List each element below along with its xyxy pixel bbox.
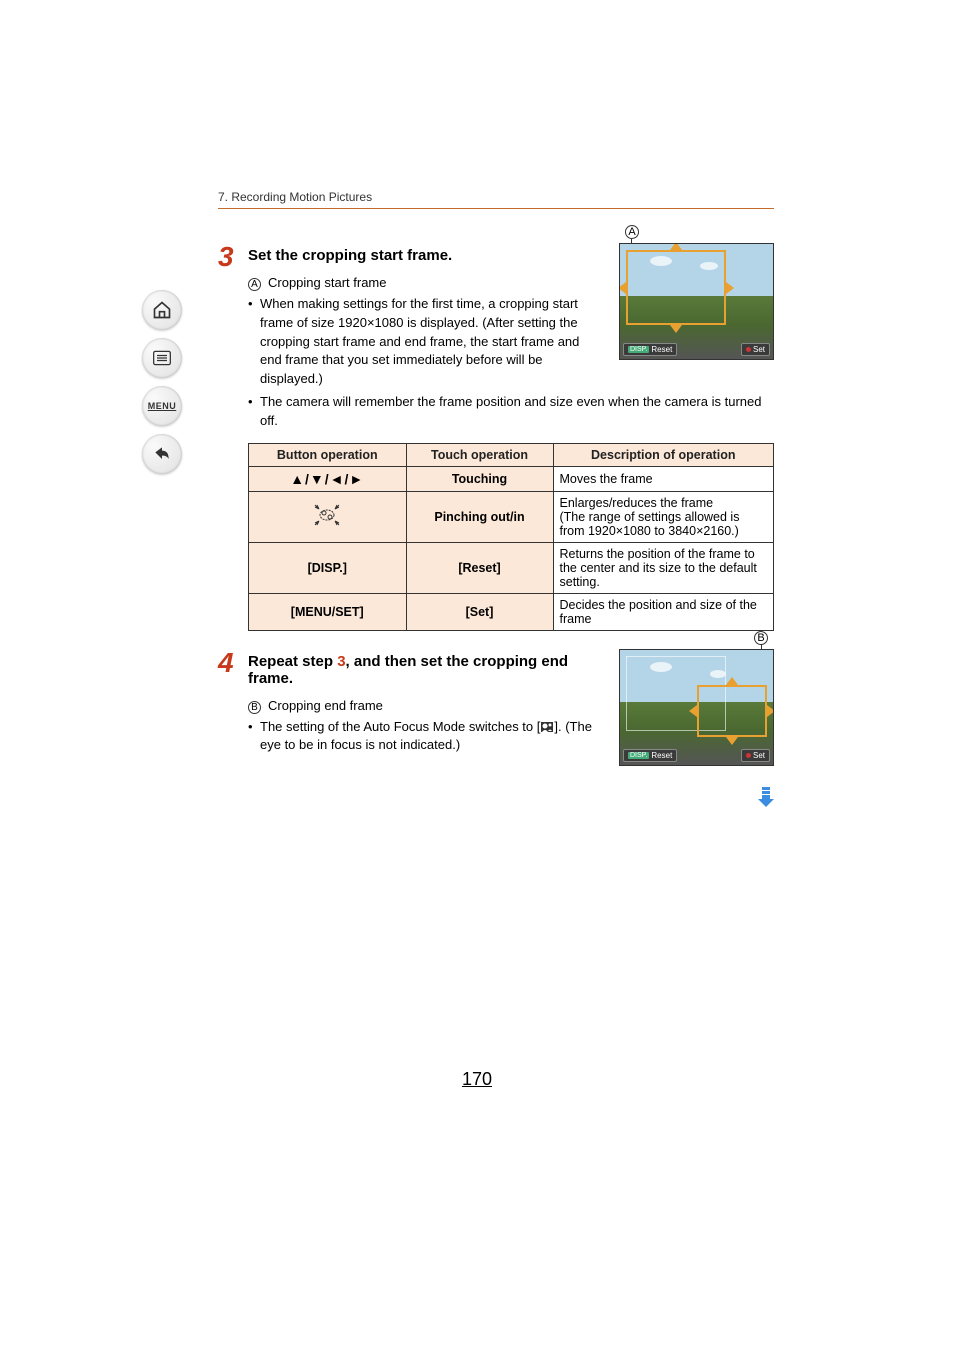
operation-table: Button operation Touch operation Descrip… [248,443,774,631]
step4-title: Repeat step 3, and then set the cropping… [248,653,603,687]
step3-bullet1: •When making settings for the first time… [248,295,603,389]
step-4: 4 Repeat step 3, and then set the croppi… [218,649,774,766]
illustration-a: A DISP.Reset Set [619,243,774,391]
table-row: ▲/▼/◄/► Touching Moves the frame [249,466,774,491]
illus-reset-btn: DISP.Reset [623,343,677,356]
menu-icon[interactable]: MENU [142,386,182,426]
th-touch: Touch operation [406,443,553,466]
pinch-icon [313,503,341,527]
breadcrumb: 7. Recording Motion Pictures [218,190,774,208]
page-number: 170 [462,1069,492,1090]
sidebar-nav: MENU [138,290,186,474]
illustration-b: B DISP.Reset [619,649,774,766]
home-icon[interactable] [142,290,182,330]
toc-icon[interactable] [142,338,182,378]
divider [218,208,774,209]
callout-b: B [754,631,768,645]
direction-arrows: ▲/▼/◄/► [290,471,364,487]
continue-arrow-icon[interactable] [754,785,778,809]
illus-set-btn: Set [741,749,770,762]
crop-end-frame [697,685,767,737]
step3-title: Set the cropping start frame. [248,247,603,264]
table-row: Pinching out/in Enlarges/reduces the fra… [249,491,774,542]
table-row: [MENU/SET] [Set] Decides the position an… [249,593,774,630]
step-number: 4 [218,649,248,677]
page-content: 7. Recording Motion Pictures 3 Set the c… [218,190,774,780]
step-3: 3 Set the cropping start frame. A Croppi… [218,243,774,631]
back-icon[interactable] [142,434,182,474]
crop-start-frame [626,250,726,325]
step3-label-a: A Cropping start frame [248,274,603,293]
illus-set-btn: Set [741,343,770,356]
face-detection-icon [540,721,554,733]
illus-reset-btn: DISP.Reset [623,749,677,762]
th-button: Button operation [249,443,407,466]
step-number: 3 [218,243,248,271]
step4-bullet1: • The setting of the Auto Focus Mode swi… [248,718,603,756]
th-desc: Description of operation [553,443,774,466]
step4-label-b: B Cropping end frame [248,697,603,716]
table-header-row: Button operation Touch operation Descrip… [249,443,774,466]
table-row: [DISP.] [Reset] Returns the position of … [249,542,774,593]
step3-bullet2: •The camera will remember the frame posi… [248,393,774,431]
callout-a: A [625,225,639,239]
